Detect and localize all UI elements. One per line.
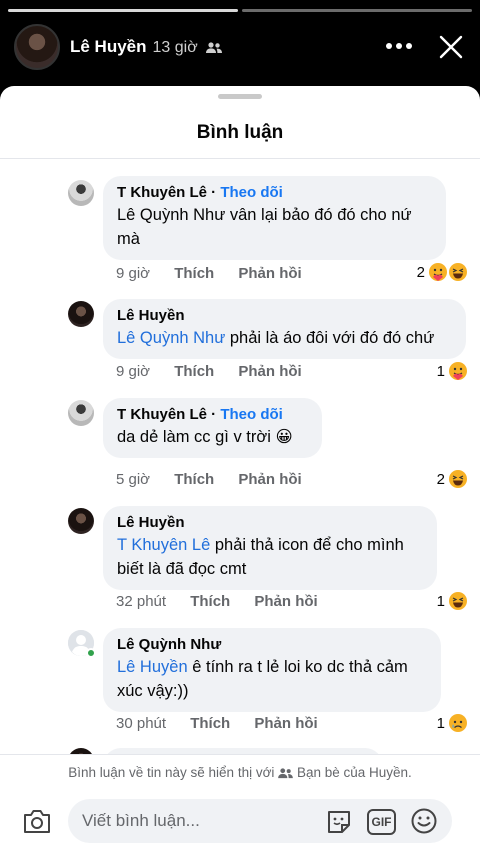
more-icon[interactable]	[384, 36, 414, 56]
comment-meta: 9 giờ Thích Phản hồi	[116, 363, 322, 380]
reaction-summary[interactable]: 1	[437, 591, 468, 611]
commenter-name[interactable]: T Khuyên Lê	[117, 184, 207, 201]
reaction-count: 2	[436, 470, 445, 488]
name-separator: ·	[207, 406, 221, 423]
comment-text: Lê Quỳnh Như phải là áo đôi với đó đó ch…	[117, 329, 435, 347]
visibility-notice: Bình luận về tin này sẽ hiển thị với Bạn…	[68, 765, 412, 780]
reaction-summary[interactable]: 2	[417, 262, 468, 282]
comment-text: Lê Huyền ê tính ra t lẻ loi ko dc thả cả…	[117, 658, 408, 700]
close-icon[interactable]	[438, 34, 464, 60]
comment-time: 30 phút	[116, 715, 167, 732]
follow-link[interactable]: Theo dõi	[220, 184, 283, 201]
reaction-count: 1	[436, 362, 445, 380]
emoji-picker-icon[interactable]	[410, 807, 438, 835]
like-button[interactable]: Thích	[190, 593, 230, 610]
commenter-avatar[interactable]	[68, 180, 94, 206]
comment-text: Lê Quỳnh Như vân lại bảo đó đó cho nứ mà	[117, 206, 412, 248]
commenter-name[interactable]: Lê Huyền	[117, 514, 423, 531]
commenter-name[interactable]: T Khuyên Lê	[117, 406, 207, 423]
story-author-name[interactable]: Lê Huyền	[70, 37, 147, 56]
comment-bubble[interactable]: Lê Quỳnh Như Lê Huyền ê tính ra t lẻ loi…	[103, 628, 441, 712]
commenter-name[interactable]: Lê Quỳnh Như	[117, 636, 427, 653]
story-progress-current	[8, 9, 238, 12]
story-time: 13 giờ	[152, 39, 198, 56]
reaction-summary[interactable]: 1	[437, 713, 468, 733]
comment-meta: 5 giờ Thích Phản hồi	[116, 471, 322, 488]
reaction-summary[interactable]: 2	[437, 469, 468, 489]
haha-emoji-icon	[449, 592, 467, 610]
story-header: Lê Huyền 13 giờ	[0, 0, 480, 95]
name-separator: ·	[207, 184, 221, 201]
care-emoji-icon	[429, 263, 447, 281]
reply-button[interactable]: Phản hồi	[238, 471, 301, 488]
haha-emoji-icon	[449, 470, 467, 488]
comment-time: 32 phút	[116, 593, 167, 610]
like-button[interactable]: Thích	[174, 265, 214, 282]
haha-emoji-icon	[449, 263, 467, 281]
sheet-grabber[interactable]	[218, 94, 262, 99]
comment-time: 9 giờ	[116, 265, 151, 282]
mention-link[interactable]: Lê Quỳnh Như	[117, 329, 225, 347]
commenter-avatar[interactable]	[68, 508, 94, 534]
like-button[interactable]: Thích	[174, 471, 214, 488]
comment-bubble[interactable]: T Khuyên Lê · Theo dõi Lê Quỳnh Như vân …	[103, 176, 446, 260]
comment-meta: 32 phút Thích Phản hồi	[116, 593, 338, 610]
reply-button[interactable]: Phản hồi	[238, 265, 301, 282]
mention-link[interactable]: Lê Huyền	[117, 658, 188, 676]
follow-link[interactable]: Theo dõi	[220, 406, 283, 423]
friends-icon	[206, 41, 223, 53]
comment-bubble[interactable]: Lê Huyền T Khuyên Lê phải thả icon để ch…	[103, 506, 437, 590]
reaction-count: 1	[436, 592, 445, 610]
comment-bubble[interactable]: T Khuyên Lê · Theo dõi da dẻ làm cc gì v…	[103, 398, 322, 458]
story-progress-next	[242, 9, 472, 12]
reaction-count: 1	[436, 714, 445, 732]
gif-label: GIF	[371, 815, 392, 829]
reply-button[interactable]: Phản hồi	[254, 715, 317, 732]
sticker-icon[interactable]	[325, 808, 353, 836]
like-button[interactable]: Thích	[174, 363, 214, 380]
comment-text: da dẻ làm cc gì v trời 😀	[117, 428, 293, 446]
commenter-avatar[interactable]	[68, 630, 96, 658]
online-status-dot	[86, 648, 96, 658]
mention-link[interactable]: T Khuyên Lê	[117, 536, 210, 554]
camera-icon[interactable]	[22, 807, 52, 835]
reply-button[interactable]: Phản hồi	[254, 593, 317, 610]
reply-button[interactable]: Phản hồi	[238, 363, 301, 380]
comments-sheet: Bình luận T Khuyên Lê · Theo dõi Lê Quỳn…	[0, 86, 480, 853]
commenter-name[interactable]: Lê Huyền	[117, 307, 452, 324]
story-author-avatar[interactable]	[14, 24, 60, 70]
sheet-title: Bình luận	[196, 122, 284, 143]
comment-placeholder: Viết bình luận...	[82, 811, 200, 830]
title-divider	[0, 158, 480, 159]
commenter-avatar[interactable]	[68, 301, 94, 327]
friends-icon	[278, 768, 294, 779]
like-button[interactable]: Thích	[190, 715, 230, 732]
comment-time: 9 giờ	[116, 363, 151, 380]
comment-bubble[interactable]: Lê Huyền Lê Quỳnh Như phải là áo đôi với…	[103, 299, 466, 359]
comment-input[interactable]: Viết bình luận... GIF	[68, 799, 452, 843]
reaction-count: 2	[416, 263, 425, 281]
story-author[interactable]: Lê Huyền 13 giờ	[70, 37, 223, 57]
comment-text: T Khuyên Lê phải thả icon để cho mình bi…	[117, 536, 404, 578]
commenter-avatar[interactable]	[68, 400, 94, 426]
comment-composer: Bình luận về tin này sẽ hiển thị với Bạn…	[0, 754, 480, 853]
sad-emoji-icon	[449, 714, 467, 732]
reaction-summary[interactable]: 1	[437, 361, 468, 381]
comment-meta: 30 phút Thích Phản hồi	[116, 715, 338, 732]
comment-meta: 9 giờ Thích Phản hồi	[116, 265, 322, 282]
care-emoji-icon	[449, 362, 467, 380]
gif-icon[interactable]: GIF	[367, 809, 396, 835]
comment-time: 5 giờ	[116, 471, 151, 488]
